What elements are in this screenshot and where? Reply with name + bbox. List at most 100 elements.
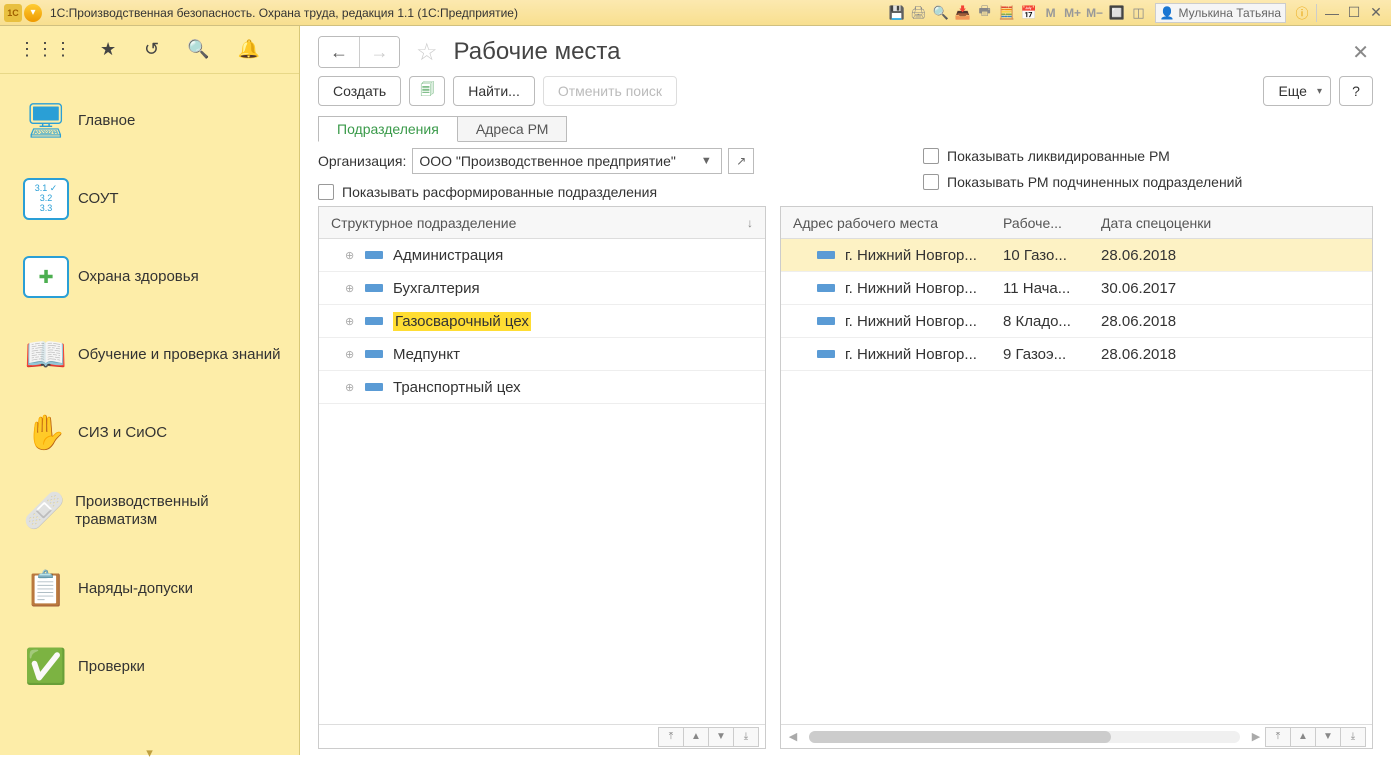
scroll-left-icon[interactable]: ◀ <box>787 730 799 743</box>
zoom-icon[interactable]: 🔲 <box>1107 3 1127 23</box>
scrollbar[interactable] <box>809 731 1240 743</box>
workplaces-header: Адрес рабочего места Рабоче... Дата спец… <box>781 207 1372 239</box>
expand-icon[interactable]: ⊕ <box>345 348 359 361</box>
tab-subdivisions[interactable]: Подразделения <box>318 116 458 142</box>
list-icon: 3.1 ✓3.23.3 <box>23 178 69 220</box>
help-button[interactable]: ? <box>1339 76 1373 106</box>
show-disbanded-checkbox[interactable]: Показывать расформированные подразделени… <box>318 184 893 200</box>
minimize-button[interactable]: — <box>1321 3 1343 23</box>
monitor-icon: 🖥 <box>23 100 69 142</box>
toolbar: Создать 🗐 Найти... Отменить поиск Еще ? <box>300 76 1391 116</box>
expand-icon[interactable]: ⊕ <box>345 249 359 262</box>
column-date[interactable]: Дата спецоценки <box>1089 215 1372 231</box>
print2-icon[interactable]: 🖶 <box>975 3 995 23</box>
history-icon[interactable]: ↺ <box>144 39 159 60</box>
expand-icon[interactable]: ⊕ <box>345 282 359 295</box>
expand-icon[interactable]: ⊕ <box>345 315 359 328</box>
calculator-icon[interactable]: 🧮 <box>997 3 1017 23</box>
sidebar-item-sout[interactable]: 3.1 ✓3.23.3 СОУТ <box>0 160 299 238</box>
table-row[interactable]: г. Нижний Новгор... 8 Кладо... 28.06.201… <box>781 305 1372 338</box>
column-address[interactable]: Адрес рабочего места <box>781 215 991 231</box>
main-area: ← → ☆ Рабочие места ✕ Создать 🗐 Найти...… <box>300 26 1391 755</box>
sidebar-item-training[interactable]: 📖 Обучение и проверка знаний <box>0 316 299 394</box>
app-logo-icon: 1C <box>4 4 22 22</box>
show-liquidated-checkbox[interactable]: Показывать ликвидированные РМ <box>923 148 1373 164</box>
cancel-search-button[interactable]: Отменить поиск <box>543 76 677 106</box>
subdivisions-tree[interactable]: ⊕ Администрация⊕ Бухгалтерия⊕ Газосвароч… <box>319 239 765 724</box>
table-row[interactable]: г. Нижний Новгор... 10 Газо... 28.06.201… <box>781 239 1372 272</box>
table-row[interactable]: г. Нижний Новгор... 11 Нача... 30.06.201… <box>781 272 1372 305</box>
user-icon: 👤 <box>1160 6 1175 20</box>
last-button[interactable]: ⤓ <box>733 727 759 747</box>
first-button[interactable]: ⤒ <box>1265 727 1291 747</box>
org-input[interactable]: ООО "Производственное предприятие" ▼ <box>412 148 722 174</box>
checkbox-icon <box>923 148 939 164</box>
org-open-button[interactable]: ↗ <box>728 148 754 174</box>
subdivisions-header: Структурное подразделение ↓ <box>319 207 765 239</box>
tree-row[interactable]: ⊕ Медпункт <box>319 338 765 371</box>
print-icon[interactable]: 🖨 <box>909 3 929 23</box>
compare-icon[interactable]: 📥 <box>953 3 973 23</box>
down-button[interactable]: ▼ <box>1315 727 1341 747</box>
tree-row[interactable]: ⊕ Администрация <box>319 239 765 272</box>
expand-icon[interactable]: ⊕ <box>345 381 359 394</box>
m-minus-icon[interactable]: M− <box>1085 3 1105 23</box>
sidebar-item-injury[interactable]: 🩹 Производственный травматизм <box>0 472 299 550</box>
down-button[interactable]: ▼ <box>708 727 734 747</box>
panels-icon[interactable]: ◫ <box>1129 3 1149 23</box>
first-button[interactable]: ⤒ <box>658 727 684 747</box>
m-icon[interactable]: M <box>1041 3 1061 23</box>
save-icon[interactable]: 💾 <box>887 3 907 23</box>
sidebar-item-siz[interactable]: ✋ СИЗ и СиОС <box>0 394 299 472</box>
close-window-button[interactable]: ✕ <box>1365 3 1387 23</box>
apps-icon[interactable]: ⋮⋮⋮ <box>18 39 72 60</box>
close-page-button[interactable]: ✕ <box>1348 40 1373 65</box>
org-value: ООО "Производственное предприятие" <box>419 153 693 169</box>
tree-row[interactable]: ⊕ Транспортный цех <box>319 371 765 404</box>
workplaces-table[interactable]: г. Нижний Новгор... 10 Газо... 28.06.201… <box>781 239 1372 724</box>
show-subordinate-checkbox[interactable]: Показывать РМ подчиненных подразделений <box>923 174 1373 190</box>
preview-icon[interactable]: 🔍 <box>931 3 951 23</box>
up-button[interactable]: ▲ <box>1290 727 1316 747</box>
nav-forward-button[interactable]: → <box>359 37 399 67</box>
separator <box>1316 4 1317 22</box>
window-controls: — ☐ ✕ <box>1321 3 1387 23</box>
table-row[interactable]: г. Нижний Новгор... 9 Газоэ... 28.06.201… <box>781 338 1372 371</box>
m-plus-icon[interactable]: M+ <box>1063 3 1083 23</box>
last-button[interactable]: ⤓ <box>1340 727 1366 747</box>
copy-button[interactable]: 🗐 <box>409 76 445 106</box>
more-button[interactable]: Еще <box>1263 76 1331 106</box>
maximize-button[interactable]: ☐ <box>1343 3 1365 23</box>
scroll-right-icon[interactable]: ▶ <box>1250 730 1262 743</box>
tree-row[interactable]: ⊕ Газосварочный цех <box>319 305 765 338</box>
column-subdivision[interactable]: Структурное подразделение ↓ <box>319 215 765 231</box>
user-badge[interactable]: 👤 Мулькина Татьяна <box>1155 3 1286 23</box>
app-menu-dropdown[interactable]: ▾ <box>24 4 42 22</box>
org-dropdown-icon[interactable]: ▼ <box>697 155 715 167</box>
sidebar-expand-icon[interactable]: ▾ <box>0 745 299 755</box>
tab-addresses[interactable]: Адреса РМ <box>457 116 568 142</box>
column-workplace[interactable]: Рабоче... <box>991 215 1089 231</box>
notifications-icon[interactable]: 🔔 <box>238 39 260 60</box>
tree-row[interactable]: ⊕ Бухгалтерия <box>319 272 765 305</box>
favorite-icon[interactable]: ★ <box>100 39 116 60</box>
clipboard-lock-icon: 📋 <box>23 568 69 610</box>
sidebar-item-permits[interactable]: 📋 Наряды-допуски <box>0 550 299 628</box>
workplaces-panel: Адрес рабочего места Рабоче... Дата спец… <box>780 206 1373 749</box>
search-icon[interactable]: 🔍 <box>187 39 209 60</box>
info-icon[interactable]: ⓘ <box>1292 3 1312 23</box>
sidebar-item-checks[interactable]: ✅ Проверки <box>0 628 299 706</box>
up-button[interactable]: ▲ <box>683 727 709 747</box>
find-button[interactable]: Найти... <box>453 76 535 106</box>
favorite-star-icon[interactable]: ☆ <box>416 38 438 67</box>
calendar-icon[interactable]: 📅 <box>1019 3 1039 23</box>
medical-icon: ✚ <box>23 256 69 298</box>
subdivisions-panel: Структурное подразделение ↓ ⊕ Администра… <box>318 206 766 749</box>
create-button[interactable]: Создать <box>318 76 401 106</box>
sidebar-menu: 🖥 Главное 3.1 ✓3.23.3 СОУТ ✚ Охрана здор… <box>0 74 299 745</box>
tree-label: Медпункт <box>393 346 460 363</box>
nav-back-button[interactable]: ← <box>319 37 359 67</box>
sidebar-item-main[interactable]: 🖥 Главное <box>0 82 299 160</box>
sidebar-item-health[interactable]: ✚ Охрана здоровья <box>0 238 299 316</box>
folder-icon <box>365 317 383 325</box>
